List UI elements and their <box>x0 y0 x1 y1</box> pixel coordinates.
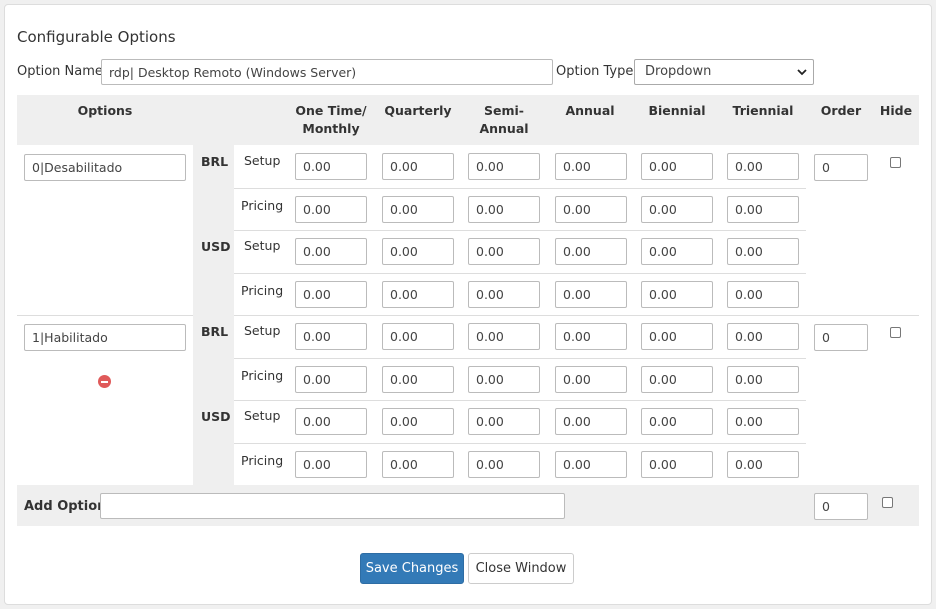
row-divider <box>234 400 806 401</box>
pricing-price-input[interactable] <box>295 451 367 478</box>
option-name-field[interactable] <box>24 324 186 351</box>
add-option-hide-checkbox[interactable] <box>882 497 893 508</box>
setup-price-input[interactable] <box>295 323 367 350</box>
setup-price-input[interactable] <box>295 153 367 180</box>
option-hide-checkbox[interactable] <box>890 157 901 168</box>
header-cycle-4: Biennial <box>648 103 706 118</box>
option-type-label: Option Type: <box>556 64 638 79</box>
setup-price-input[interactable] <box>295 238 367 265</box>
option-name-field[interactable] <box>24 154 186 181</box>
row-divider <box>234 358 806 359</box>
row-divider <box>234 443 806 444</box>
option-type-selected: Dropdown <box>645 64 712 79</box>
pricing-price-input[interactable] <box>641 196 713 223</box>
option-hide-checkbox[interactable] <box>890 327 901 338</box>
header-cycle-5: Triennial <box>732 103 794 118</box>
currency-label: USD <box>201 239 231 254</box>
setup-label: Setup <box>244 408 281 423</box>
pricing-price-input[interactable] <box>555 281 627 308</box>
pricing-price-input[interactable] <box>382 196 454 223</box>
configurable-options-panel: Configurable Options Option Name: Option… <box>4 4 932 605</box>
setup-price-input[interactable] <box>468 153 540 180</box>
setup-price-input[interactable] <box>727 323 799 350</box>
header-cycle-0: One Time/ Monthly <box>295 103 367 136</box>
setup-price-input[interactable] <box>382 238 454 265</box>
pricing-price-input[interactable] <box>295 366 367 393</box>
pricing-price-input[interactable] <box>641 281 713 308</box>
setup-price-input[interactable] <box>641 408 713 435</box>
pricing-price-input[interactable] <box>641 366 713 393</box>
currency-column-bg <box>193 315 234 485</box>
setup-price-input[interactable] <box>641 323 713 350</box>
setup-label: Setup <box>244 153 281 168</box>
currency-label: BRL <box>201 154 229 169</box>
setup-label: Setup <box>244 323 281 338</box>
setup-price-input[interactable] <box>727 408 799 435</box>
setup-price-input[interactable] <box>382 153 454 180</box>
pricing-price-input[interactable] <box>727 196 799 223</box>
setup-price-input[interactable] <box>295 408 367 435</box>
setup-price-input[interactable] <box>468 323 540 350</box>
setup-price-input[interactable] <box>641 153 713 180</box>
pricing-price-input[interactable] <box>382 451 454 478</box>
header-order: Order <box>820 103 862 118</box>
row-divider <box>234 230 806 231</box>
setup-price-input[interactable] <box>468 238 540 265</box>
setup-label: Setup <box>244 238 281 253</box>
pricing-price-input[interactable] <box>555 451 627 478</box>
pricing-price-input[interactable] <box>468 281 540 308</box>
block-separator <box>17 315 919 316</box>
setup-price-input[interactable] <box>555 153 627 180</box>
add-option-order-input[interactable] <box>814 493 868 520</box>
pricing-price-input[interactable] <box>468 451 540 478</box>
remove-option-icon[interactable] <box>98 375 111 388</box>
setup-price-input[interactable] <box>382 323 454 350</box>
currency-column-bg <box>193 145 234 315</box>
pricing-label: Pricing <box>241 198 284 213</box>
setup-price-input[interactable] <box>555 238 627 265</box>
section-title: Configurable Options <box>17 28 176 46</box>
pricing-price-input[interactable] <box>382 366 454 393</box>
pricing-label: Pricing <box>241 283 284 298</box>
option-type-select[interactable]: Dropdown <box>634 59 814 85</box>
pricing-price-input[interactable] <box>555 196 627 223</box>
chevron-down-icon <box>797 69 807 76</box>
row-divider <box>234 273 806 274</box>
header-cycle-1: Quarterly <box>384 103 452 118</box>
option-name-label: Option Name: <box>17 64 108 79</box>
header-hide: Hide <box>879 103 913 118</box>
add-option-label: Add Option: <box>24 499 112 514</box>
pricing-price-input[interactable] <box>727 281 799 308</box>
header-cycle-2: Semi- Annual <box>479 103 529 136</box>
save-changes-button[interactable]: Save Changes <box>360 553 464 584</box>
currency-label: USD <box>201 409 231 424</box>
pricing-price-input[interactable] <box>727 451 799 478</box>
option-order-input[interactable] <box>814 154 868 181</box>
pricing-label: Pricing <box>241 368 284 383</box>
close-window-button[interactable]: Close Window <box>468 553 574 584</box>
setup-price-input[interactable] <box>727 238 799 265</box>
setup-price-input[interactable] <box>468 408 540 435</box>
pricing-price-input[interactable] <box>295 196 367 223</box>
pricing-label: Pricing <box>241 453 284 468</box>
option-order-input[interactable] <box>814 324 868 351</box>
pricing-price-input[interactable] <box>555 366 627 393</box>
add-option-input[interactable] <box>100 493 565 519</box>
option-name-input[interactable] <box>101 59 553 85</box>
setup-price-input[interactable] <box>727 153 799 180</box>
pricing-price-input[interactable] <box>727 366 799 393</box>
currency-label: BRL <box>201 324 229 339</box>
setup-price-input[interactable] <box>555 408 627 435</box>
pricing-price-input[interactable] <box>295 281 367 308</box>
header-options: Options <box>77 103 133 118</box>
setup-price-input[interactable] <box>555 323 627 350</box>
row-divider <box>234 188 806 189</box>
pricing-price-input[interactable] <box>382 281 454 308</box>
pricing-price-input[interactable] <box>468 366 540 393</box>
setup-price-input[interactable] <box>641 238 713 265</box>
pricing-price-input[interactable] <box>468 196 540 223</box>
setup-price-input[interactable] <box>382 408 454 435</box>
header-cycle-3: Annual <box>565 103 615 118</box>
pricing-price-input[interactable] <box>641 451 713 478</box>
